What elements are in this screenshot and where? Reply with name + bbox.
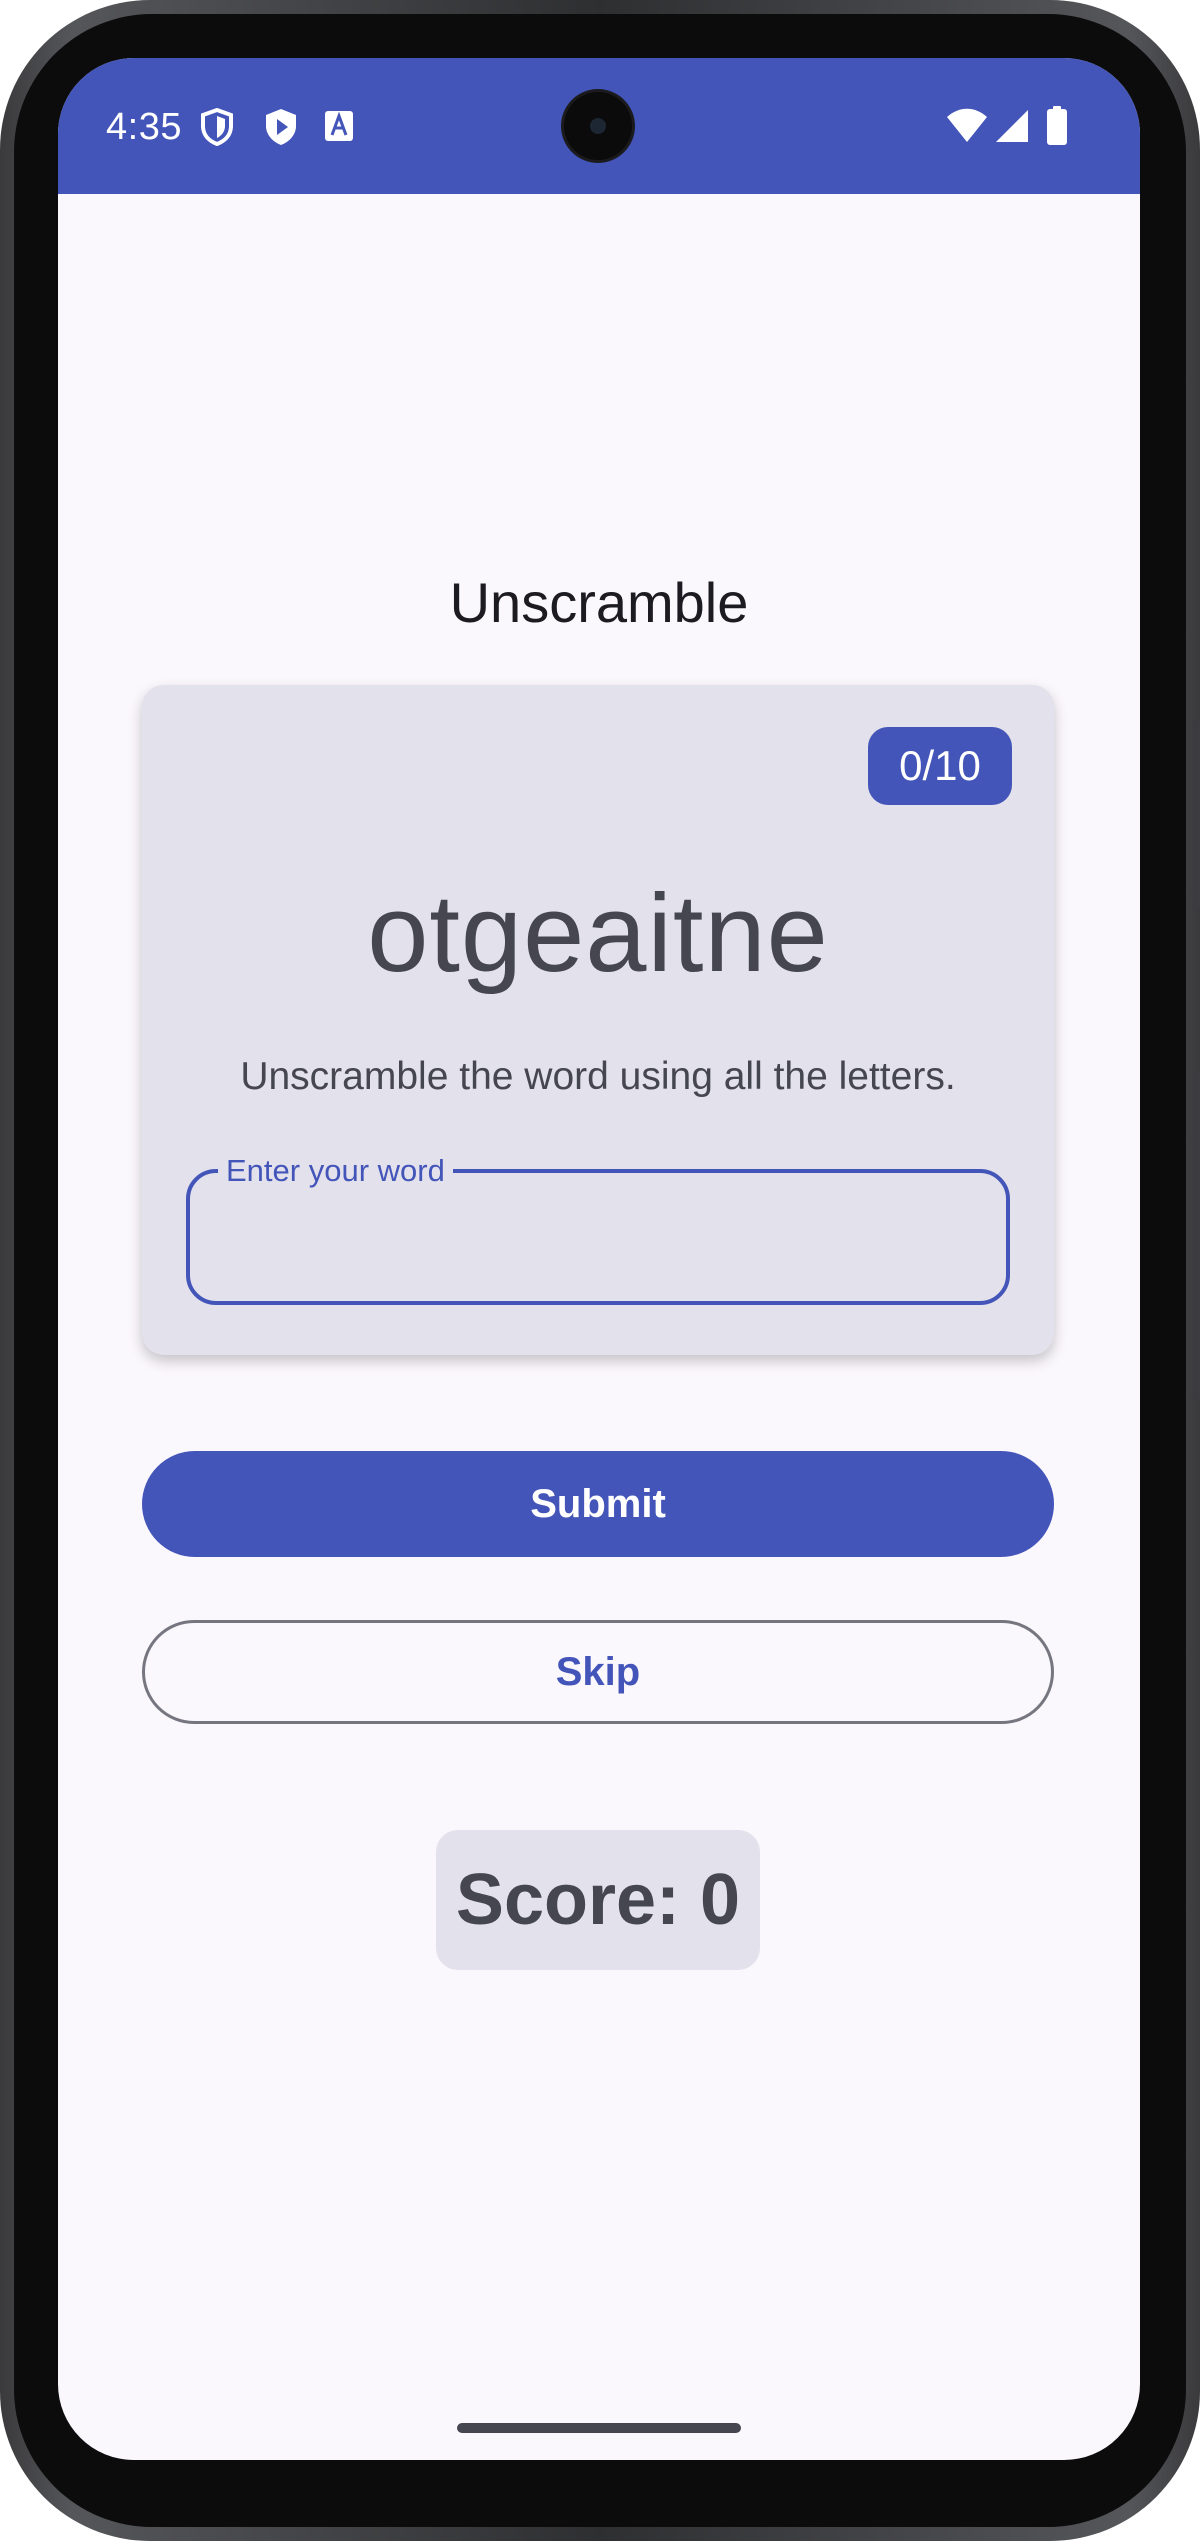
- word-input-field[interactable]: Enter your word: [186, 1153, 1010, 1305]
- instructions-text: Unscramble the word using all the letter…: [240, 1055, 956, 1098]
- status-bar: 4:35: [58, 58, 1140, 194]
- play-protect-icon: [264, 108, 298, 151]
- submit-button[interactable]: Submit: [142, 1451, 1054, 1557]
- signal-icon: [994, 108, 1030, 149]
- font-app-icon: [324, 110, 354, 147]
- word-input-label: Enter your word: [218, 1153, 453, 1189]
- scrambled-word: otgeaitne: [367, 872, 829, 995]
- status-time: 4:35: [106, 106, 182, 148]
- skip-button[interactable]: Skip: [142, 1620, 1054, 1724]
- word-input[interactable]: [218, 1209, 982, 1267]
- front-camera: [564, 92, 632, 160]
- battery-icon: [1046, 106, 1068, 151]
- home-gesture-bar[interactable]: [457, 2423, 741, 2433]
- app-title: Unscramble: [449, 571, 749, 634]
- shield-outline-icon: [200, 107, 234, 151]
- screen: 4:35 Unscramble 0/10 otgeaitne Unscrambl…: [58, 58, 1140, 2460]
- game-card: 0/10 otgeaitne Unscramble the word using…: [142, 685, 1054, 1355]
- wifi-icon: [946, 108, 988, 149]
- word-count-badge: 0/10: [868, 727, 1012, 805]
- phone-frame: 4:35 Unscramble 0/10 otgeaitne Unscrambl…: [0, 0, 1200, 2541]
- score-badge: Score: 0: [436, 1830, 760, 1970]
